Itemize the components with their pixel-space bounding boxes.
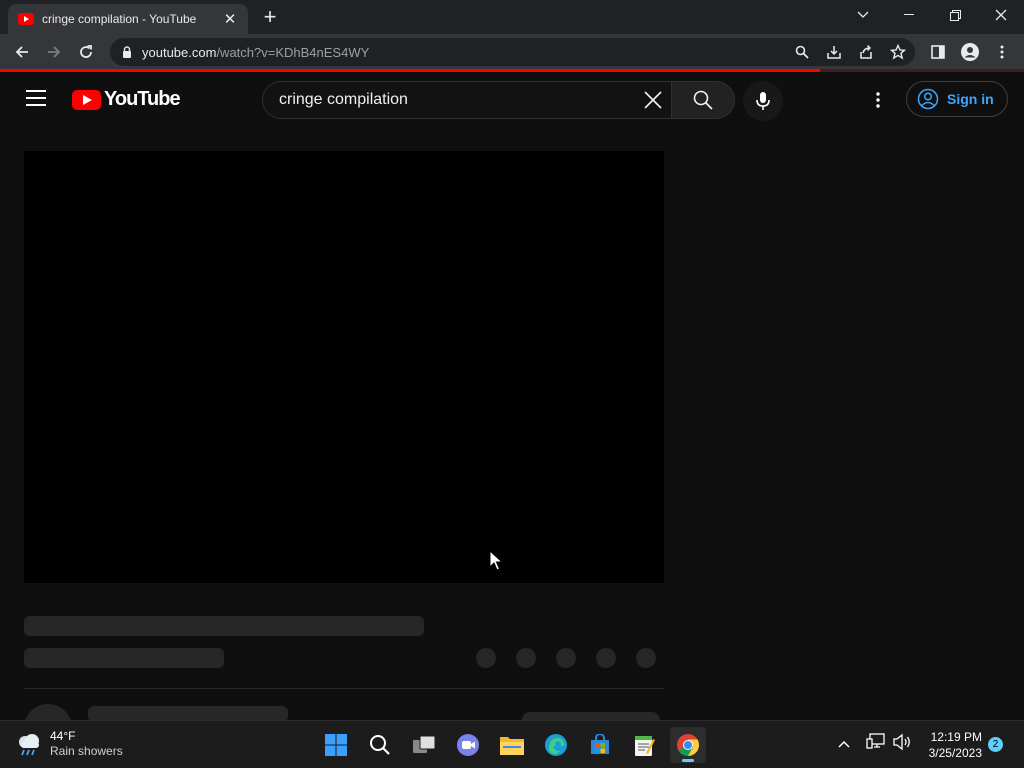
speaker-icon [893, 733, 910, 751]
weather-widget[interactable]: 44°F Rain showers [16, 729, 123, 759]
edge-icon [545, 734, 567, 756]
notepad-button[interactable] [626, 727, 662, 763]
chrome-button[interactable] [670, 727, 706, 763]
sign-in-button[interactable]: Sign in [906, 81, 1008, 117]
youtube-play-icon [72, 89, 101, 110]
chevron-up-icon [838, 740, 850, 748]
action-placeholder [556, 648, 576, 668]
tab-search-button[interactable] [840, 0, 886, 30]
action-placeholder [476, 648, 496, 668]
chevron-down-icon [857, 11, 869, 18]
content-divider [24, 688, 664, 689]
file-explorer-button[interactable] [494, 727, 530, 763]
voice-search-button[interactable] [743, 81, 783, 121]
task-view-button[interactable] [406, 727, 442, 763]
bookmark-star-icon[interactable] [888, 42, 908, 62]
search-icon [693, 90, 713, 110]
close-icon [995, 9, 1007, 21]
youtube-logo[interactable]: YouTube [72, 88, 181, 111]
show-hidden-icons-button[interactable] [838, 735, 850, 753]
zoom-search-icon[interactable] [792, 42, 812, 62]
search-icon [370, 735, 390, 755]
title-placeholder [24, 616, 424, 636]
arrow-left-icon [15, 46, 28, 58]
volume-button[interactable] [892, 733, 912, 756]
youtube-favicon-icon [18, 13, 34, 25]
guide-menu-button[interactable] [26, 90, 46, 106]
edge-browser-button[interactable] [538, 727, 574, 763]
youtube-masthead: YouTube cringe compilation Sign in [0, 72, 1024, 128]
address-bar[interactable]: youtube.com/watch?v=KDhB4nES4WY [110, 38, 915, 66]
forward-button[interactable] [42, 40, 66, 64]
restore-icon [949, 9, 961, 21]
sign-in-label: Sign in [947, 91, 994, 107]
url-text: youtube.com/watch?v=KDhB4nES4WY [142, 45, 369, 60]
teams-chat-button[interactable] [450, 727, 486, 763]
lock-icon[interactable] [122, 46, 132, 58]
windows-taskbar: 44°F Rain showers 12:19 PM 3/25/2023 2 [0, 720, 1024, 768]
share-icon[interactable] [856, 42, 876, 62]
microphone-icon [756, 92, 770, 110]
tab-close-icon[interactable]: ✕ [222, 10, 238, 28]
folder-icon [500, 737, 524, 755]
clock-date: 3/25/2023 [928, 746, 982, 760]
action-placeholder [516, 648, 536, 668]
install-app-icon[interactable] [824, 42, 844, 62]
channel-placeholder [24, 648, 224, 668]
notepad-icon [635, 736, 655, 756]
side-panel-icon [931, 45, 945, 59]
reload-button[interactable] [74, 40, 98, 64]
url-path: /watch?v=KDhB4nES4WY [216, 44, 370, 60]
minimize-button[interactable] [886, 0, 932, 30]
chat-icon [457, 734, 479, 756]
store-icon [591, 734, 609, 754]
settings-menu-button[interactable] [866, 88, 890, 112]
action-placeholder [596, 648, 616, 668]
arrow-right-icon [48, 46, 61, 58]
chrome-icon [677, 734, 699, 756]
minimize-icon [904, 14, 914, 15]
browser-tab-strip: cringe compilation - YouTube ✕ + [0, 0, 1024, 34]
account-circle-icon [917, 88, 939, 110]
clock[interactable]: 12:19 PM 3/25/2023 [920, 729, 982, 761]
url-host: youtube.com [142, 44, 217, 60]
clock-time: 12:19 PM [930, 730, 982, 744]
reload-icon [80, 45, 92, 58]
video-player[interactable] [24, 151, 664, 583]
active-app-indicator [682, 759, 694, 762]
new-tab-button[interactable]: + [259, 6, 281, 28]
browser-menu-button[interactable] [990, 40, 1014, 64]
taskbar-search-button[interactable] [362, 727, 398, 763]
back-button[interactable] [10, 40, 34, 64]
side-panel-button[interactable] [926, 40, 950, 64]
hamburger-icon [26, 90, 46, 92]
rain-cloud-icon [19, 734, 39, 756]
weather-condition: Rain showers [50, 744, 123, 758]
clear-search-button[interactable] [635, 82, 671, 118]
tab-youtube[interactable]: cringe compilation - YouTube ✕ [8, 4, 248, 34]
start-button[interactable] [318, 727, 354, 763]
vertical-dots-icon [1000, 45, 1004, 59]
mouse-cursor-icon [489, 550, 503, 571]
network-button[interactable] [866, 733, 886, 756]
task-view-icon [413, 735, 436, 753]
weather-temperature: 44°F [50, 729, 76, 743]
vertical-dots-icon [876, 92, 880, 108]
search-input-value: cringe compilation [279, 91, 408, 108]
search-button[interactable] [671, 81, 735, 119]
youtube-logo-text: YouTube [104, 88, 181, 110]
restore-button[interactable] [932, 0, 978, 30]
profile-button[interactable] [958, 40, 982, 64]
tab-title: cringe compilation - YouTube [42, 12, 197, 26]
windows-logo-icon [325, 734, 347, 756]
network-icon [866, 733, 885, 749]
microsoft-store-button[interactable] [582, 727, 618, 763]
search-input[interactable]: cringe compilation [262, 81, 672, 119]
notification-badge[interactable]: 2 [988, 737, 1003, 752]
profile-icon [961, 43, 979, 61]
action-placeholder [636, 648, 656, 668]
close-window-button[interactable] [978, 0, 1024, 30]
browser-toolbar: youtube.com/watch?v=KDhB4nES4WY [0, 34, 1024, 70]
close-icon [644, 91, 662, 109]
